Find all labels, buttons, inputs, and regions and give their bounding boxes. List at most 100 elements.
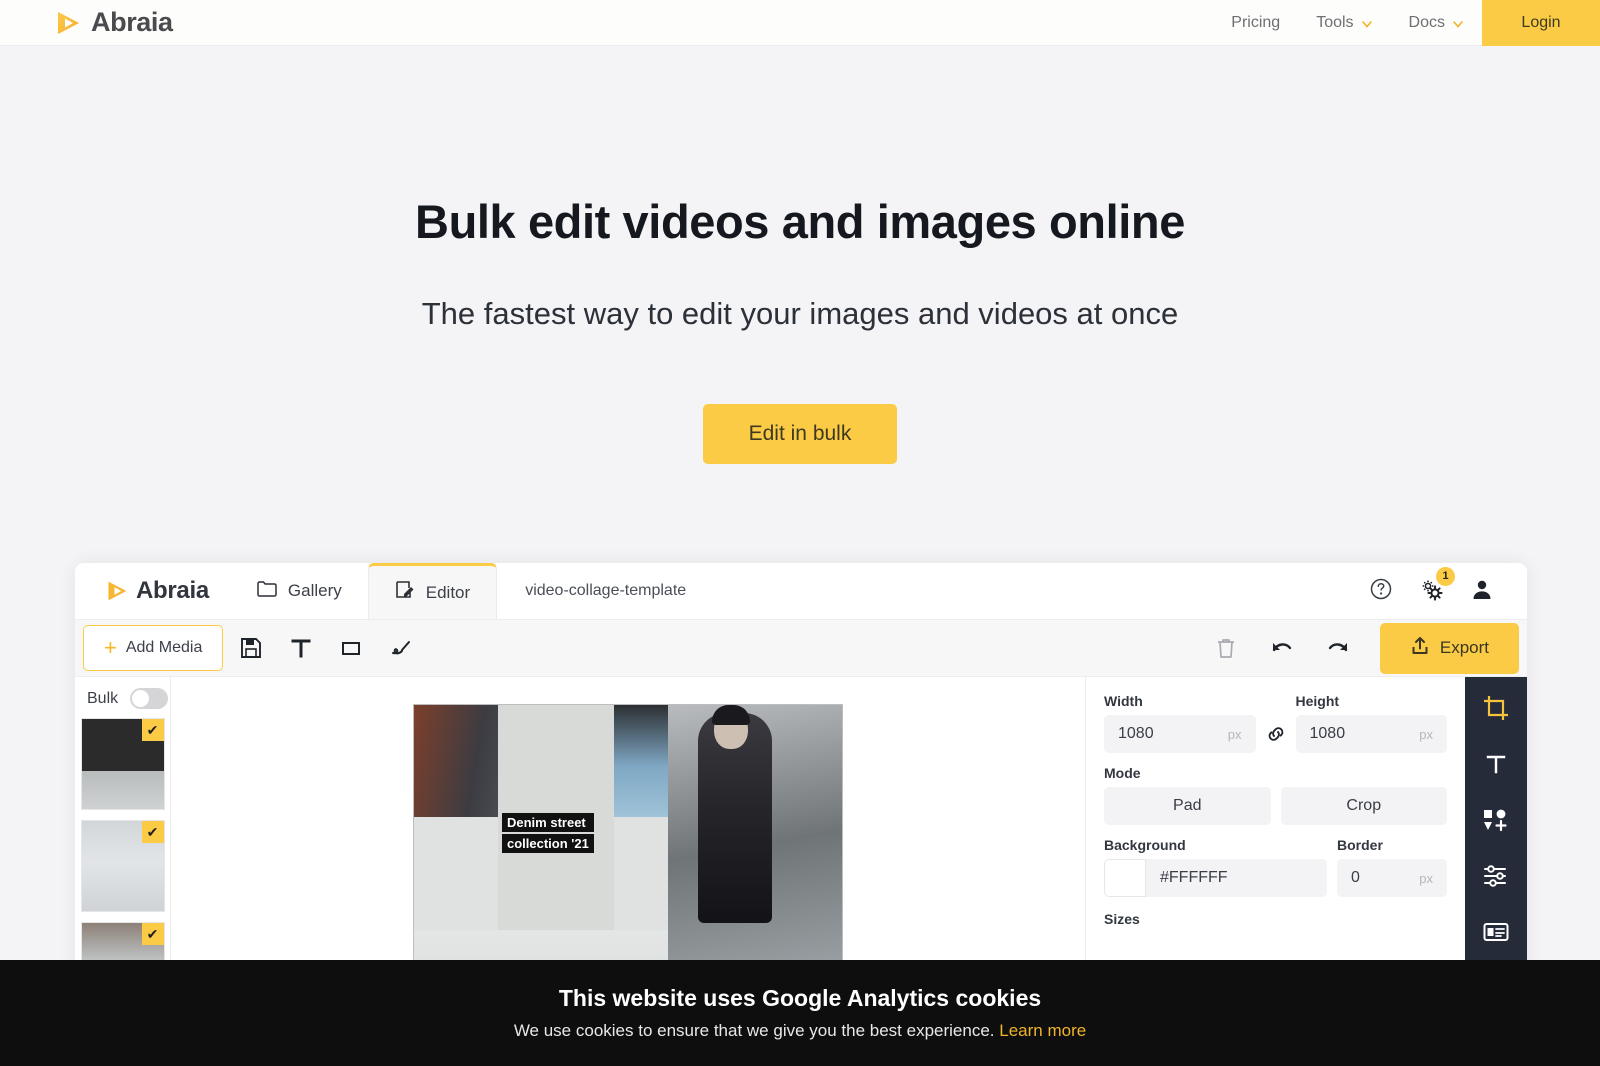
nav-link-docs-label: Docs	[1408, 13, 1445, 31]
border-field: Border 0 px	[1337, 837, 1447, 897]
site-nav-links: Pricing Tools Docs Login	[1213, 0, 1600, 46]
mode-pad-button[interactable]: Pad	[1104, 787, 1271, 825]
login-button[interactable]: Login	[1482, 0, 1600, 46]
play-triangle-icon	[54, 9, 82, 37]
nav-link-pricing[interactable]: Pricing	[1213, 0, 1298, 45]
check-icon: ✔	[141, 923, 164, 945]
text-icon[interactable]	[1479, 747, 1513, 781]
overlay-line-2: collection '21	[502, 834, 594, 853]
site-header: Abraia Pricing Tools Docs Login	[0, 0, 1600, 46]
app-logo[interactable]: Abraia	[105, 577, 209, 605]
mode-crop-button[interactable]: Crop	[1280, 787, 1447, 825]
redo-icon[interactable]	[1316, 626, 1360, 670]
edit-document-icon	[395, 580, 415, 605]
app-brand-name: Abraia	[136, 577, 209, 604]
toggle-knob	[132, 690, 150, 707]
cookie-text: We use cookies to ensure that we give yo…	[514, 1021, 1086, 1041]
editor-toolbar: + Add Media Export	[75, 619, 1527, 677]
height-input[interactable]: 1080 px	[1295, 715, 1447, 753]
chevron-down-icon	[1361, 17, 1373, 29]
site-logo[interactable]: Abraia	[54, 7, 173, 38]
border-label: Border	[1337, 837, 1383, 853]
background-input-group: #FFFFFF	[1104, 859, 1327, 897]
user-avatar-icon[interactable]	[1471, 578, 1493, 605]
page-title: Bulk edit videos and images online	[415, 195, 1185, 248]
add-media-button[interactable]: + Add Media	[83, 625, 224, 671]
cookie-title: This website uses Google Analytics cooki…	[558, 985, 1042, 1011]
tab-gallery-label: Gallery	[287, 581, 342, 600]
width-field: Width 1080 px	[1104, 693, 1256, 753]
tab-gallery[interactable]: Gallery	[231, 563, 368, 619]
background-border-row: Background #FFFFFF Border 0 px	[1104, 837, 1447, 897]
check-icon: ✔	[141, 719, 164, 741]
height-label: Height	[1295, 693, 1340, 709]
bulk-label: Bulk	[87, 689, 119, 707]
shape-rectangle-icon[interactable]	[329, 626, 373, 670]
background-field: Background #FFFFFF	[1104, 837, 1327, 897]
bulk-toggle-row: Bulk	[75, 677, 170, 718]
width-value: 1080	[1118, 725, 1154, 742]
nav-link-tools[interactable]: Tools	[1298, 0, 1390, 45]
border-value: 0	[1351, 869, 1360, 886]
canvas-text-overlay[interactable]: Denim street collection '21	[502, 813, 594, 855]
settings-gears-icon[interactable]: 1	[1419, 566, 1455, 606]
nav-link-docs[interactable]: Docs	[1391, 0, 1482, 45]
editor-toolbar-right: Export	[1198, 622, 1519, 674]
tab-editor[interactable]: Editor	[367, 563, 498, 619]
width-input[interactable]: 1080 px	[1104, 715, 1256, 753]
text-tool-icon[interactable]	[279, 626, 323, 670]
mode-label: Mode	[1104, 765, 1141, 781]
nav-link-tools-label: Tools	[1316, 13, 1354, 31]
height-unit: px	[1419, 726, 1433, 742]
cookie-text-body: We use cookies to ensure that we give yo…	[513, 1021, 995, 1040]
color-swatch[interactable]	[1104, 859, 1146, 897]
plus-icon: +	[104, 635, 117, 660]
app-header-actions: 1	[1369, 566, 1493, 606]
size-row: Width 1080 px Height 1080 px	[1104, 693, 1447, 753]
height-field: Height 1080 px	[1295, 693, 1447, 753]
background-label: Background	[1104, 837, 1186, 853]
link-chain-icon[interactable]	[1256, 715, 1296, 753]
canvas-cyclist-hair	[712, 705, 750, 725]
height-value: 1080	[1309, 725, 1346, 742]
project-filename[interactable]: video-collage-template	[525, 582, 686, 600]
adjustments-sliders-icon[interactable]	[1479, 859, 1513, 893]
width-label: Width	[1104, 693, 1143, 709]
hero-section: Bulk edit videos and images online The f…	[0, 46, 1600, 464]
play-triangle-icon	[105, 579, 129, 603]
hero-cta-wrapper: Edit in bulk	[0, 403, 1600, 464]
folder-icon	[257, 580, 277, 602]
nav-link-pricing-label: Pricing	[1231, 13, 1281, 31]
crop-icon[interactable]	[1479, 691, 1513, 725]
add-media-label: Add Media	[125, 639, 203, 656]
learn-more-link[interactable]: Learn more	[999, 1021, 1086, 1040]
tab-editor-label: Editor	[425, 582, 471, 602]
border-unit: px	[1419, 870, 1433, 886]
hero-subtitle: The fastest way to edit your images and …	[421, 295, 1179, 331]
settings-badge-count: 1	[1436, 566, 1455, 586]
sizes-label: Sizes	[1104, 911, 1140, 927]
bulk-toggle[interactable]	[130, 688, 169, 709]
layout-form-icon[interactable]	[1479, 915, 1513, 949]
mode-options: Pad Crop	[1104, 787, 1447, 825]
list-item[interactable]: ✔	[80, 820, 165, 912]
cookie-banner: This website uses Google Analytics cooki…	[0, 960, 1600, 1066]
width-unit: px	[1227, 726, 1242, 742]
edit-in-bulk-button[interactable]: Edit in bulk	[702, 403, 898, 464]
save-floppy-icon[interactable]	[229, 626, 273, 670]
border-input[interactable]: 0 px	[1337, 859, 1447, 897]
chevron-down-icon	[1452, 17, 1464, 29]
add-shapes-icon[interactable]	[1479, 803, 1513, 837]
export-button[interactable]: Export	[1379, 622, 1519, 674]
draw-pen-icon[interactable]	[379, 626, 423, 670]
share-upload-icon	[1410, 636, 1430, 661]
undo-icon[interactable]	[1260, 626, 1304, 670]
background-value[interactable]: #FFFFFF	[1146, 859, 1327, 897]
export-label: Export	[1439, 638, 1489, 657]
help-circle-icon[interactable]	[1369, 577, 1393, 606]
trash-icon[interactable]	[1204, 626, 1248, 670]
site-brand-name: Abraia	[91, 7, 173, 37]
check-icon: ✔	[141, 821, 164, 843]
app-header: Abraia Gallery Editor video-collage-temp…	[75, 563, 1527, 619]
list-item[interactable]: ✔	[80, 718, 165, 810]
